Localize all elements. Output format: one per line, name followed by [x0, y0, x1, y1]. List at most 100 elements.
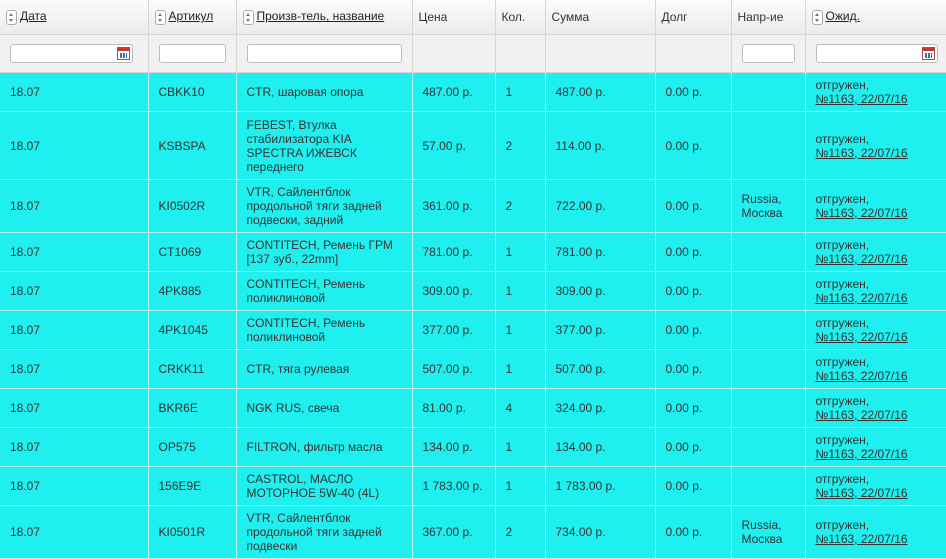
sum-cell: 309.00 р. [545, 271, 656, 311]
quantity-cell: 1 [495, 466, 546, 506]
status-text: отгружен, [815, 394, 870, 408]
description-cell: CTR, тяга рулевая [236, 349, 413, 389]
invoice-link[interactable]: №1163, 22/07/16 [816, 92, 908, 106]
status-cell: отгружен, №1163, 22/07/16 [805, 310, 946, 350]
invoice-link[interactable]: №1163, 22/07/16 [816, 206, 908, 220]
article-cell: 156E9E [148, 466, 237, 506]
sort-icon[interactable] [6, 9, 17, 25]
invoice-link[interactable]: №1163, 22/07/16 [816, 408, 908, 422]
table-row[interactable]: 18.07 CBKK10 CTR, шаровая опора 487.00 р. 1 4… [0, 72, 946, 112]
debt-cell: 0.00 р. [655, 72, 732, 112]
debt-cell: 0.00 р. [655, 111, 732, 180]
date-cell: 18.07 [0, 179, 149, 233]
sort-date-link[interactable]: Дата [20, 9, 47, 23]
article-cell: CBKK10 [148, 72, 237, 112]
invoice-link[interactable]: №1163, 22/07/16 [816, 330, 908, 344]
invoice-link[interactable]: №1163, 22/07/16 [816, 146, 908, 160]
direction-cell [731, 271, 806, 311]
invoice-link[interactable]: №1163, 22/07/16 [816, 486, 908, 500]
sort-article-link[interactable]: Артикул [169, 9, 214, 23]
status-cell: отгружен, №1163, 22/07/16 [805, 72, 946, 112]
description-cell: VTR, Сайлентблок продольной тяги задней … [236, 505, 413, 559]
direction-filter-input[interactable] [741, 44, 795, 63]
table-row[interactable]: 18.07 CRKK11 CTR, тяга рулевая 507.00 р. 1 50… [0, 349, 946, 389]
filter-article-cell [148, 34, 237, 73]
table-row[interactable]: 18.07 CT1069 CONTITECH, Ремень ГРМ [137 зу… [0, 232, 946, 272]
col-expect-header[interactable]: Ожид. [805, 0, 946, 35]
sum-cell: 324.00 р. [545, 388, 656, 428]
direction-cell [731, 111, 806, 180]
description-cell: CONTITECH, Ремень поликлиновой [236, 310, 413, 350]
price-cell: 781.00 р. [412, 232, 496, 272]
price-cell: 367.00 р. [412, 505, 496, 559]
quantity-cell: 1 [495, 232, 546, 272]
invoice-link[interactable]: №1163, 22/07/16 [816, 532, 908, 546]
sum-cell: 507.00 р. [545, 349, 656, 389]
quantity-cell: 2 [495, 111, 546, 180]
direction-cell [731, 310, 806, 350]
filter-date-cell [0, 34, 149, 73]
col-date-header[interactable]: Дата [0, 0, 149, 35]
price-cell: 507.00 р. [412, 349, 496, 389]
name-filter-input[interactable] [246, 44, 402, 63]
article-cell: 4PK1045 [148, 310, 237, 350]
status-cell: отгружен, №1163, 22/07/16 [805, 388, 946, 428]
date-cell: 18.07 [0, 388, 149, 428]
description-cell: CASTROL, МАСЛО МОТОРНОЕ 5W-40 (4L) [236, 466, 413, 506]
price-cell: 1 783.00 р. [412, 466, 496, 506]
table-row[interactable]: 18.07 4PK1045 CONTITECH, Ремень поликлинов… [0, 310, 946, 350]
sum-cell: 781.00 р. [545, 232, 656, 272]
status-text: отгружен, [815, 238, 870, 252]
col-sum-header: Сумма [545, 0, 656, 35]
article-cell: 4PK885 [148, 271, 237, 311]
col-name-header[interactable]: Произв-тель, название [236, 0, 413, 35]
invoice-link[interactable]: №1163, 22/07/16 [816, 369, 908, 383]
sort-expect-link[interactable]: Ожид. [826, 9, 860, 23]
direction-cell [731, 466, 806, 506]
table-row[interactable]: 18.07 BKR6E NGK RUS, свеча 81.00 р. 4 324.00 … [0, 388, 946, 428]
status-text: отгружен, [815, 316, 870, 330]
date-filter-input[interactable] [10, 44, 133, 63]
debt-cell: 0.00 р. [655, 388, 732, 428]
filter-expect-cell [805, 34, 946, 73]
article-filter-input[interactable] [158, 44, 226, 63]
invoice-link[interactable]: №1163, 22/07/16 [816, 252, 908, 266]
status-text: отгружен, [815, 192, 870, 206]
debt-cell: 0.00 р. [655, 466, 732, 506]
status-cell: отгружен, №1163, 22/07/16 [805, 232, 946, 272]
sort-name-link[interactable]: Произв-тель, название [257, 9, 385, 23]
price-cell: 487.00 р. [412, 72, 496, 112]
expect-filter-input[interactable] [815, 44, 938, 63]
table-row[interactable]: 18.07 KI0502R VTR, Сайлентблок продольной … [0, 179, 946, 233]
orders-table: Дата Артикул Произв-тель, название Цена … [0, 0, 946, 559]
table-row[interactable]: 18.07 OP575 FILTRON, фильтр масла 134.00 р.… [0, 427, 946, 467]
sort-icon[interactable] [154, 9, 166, 25]
debt-cell: 0.00 р. [655, 179, 732, 233]
description-cell: CTR, шаровая опора [236, 72, 413, 112]
sum-cell: 487.00 р. [545, 72, 656, 112]
sort-icon[interactable] [811, 9, 823, 25]
status-text: отгружен, [815, 518, 870, 532]
calendar-icon[interactable] [117, 47, 130, 60]
direction-cell [731, 232, 806, 272]
invoice-link[interactable]: №1163, 22/07/16 [816, 291, 908, 305]
date-cell: 18.07 [0, 349, 149, 389]
quantity-cell: 1 [495, 310, 546, 350]
invoice-link[interactable]: №1163, 22/07/16 [816, 447, 908, 461]
table-row[interactable]: 18.07 4PK885 CONTITECH, Ремень поликлиново… [0, 271, 946, 311]
filter-direction-cell [731, 34, 806, 73]
filter-empty-cell [412, 34, 496, 73]
table-row[interactable]: 18.07 KSBSPA FEBEST, Втулка стабилизатора … [0, 111, 946, 180]
col-price-header: Цена [412, 0, 496, 35]
col-article-header[interactable]: Артикул [148, 0, 237, 35]
calendar-icon[interactable] [921, 47, 935, 60]
table-row[interactable]: 18.07 KI0501R VTR, Сайлентблок продольной … [0, 505, 946, 559]
sort-icon[interactable] [242, 9, 254, 25]
article-cell: BKR6E [148, 388, 237, 428]
quantity-cell: 1 [495, 72, 546, 112]
table-row[interactable]: 18.07 156E9E CASTROL, МАСЛО МОТОРНОЕ 5W-40… [0, 466, 946, 506]
status-cell: отгружен, №1163, 22/07/16 [805, 505, 946, 559]
status-text: отгружен, [815, 131, 870, 146]
price-cell: 57.00 р. [412, 111, 496, 180]
filter-row [0, 34, 946, 73]
